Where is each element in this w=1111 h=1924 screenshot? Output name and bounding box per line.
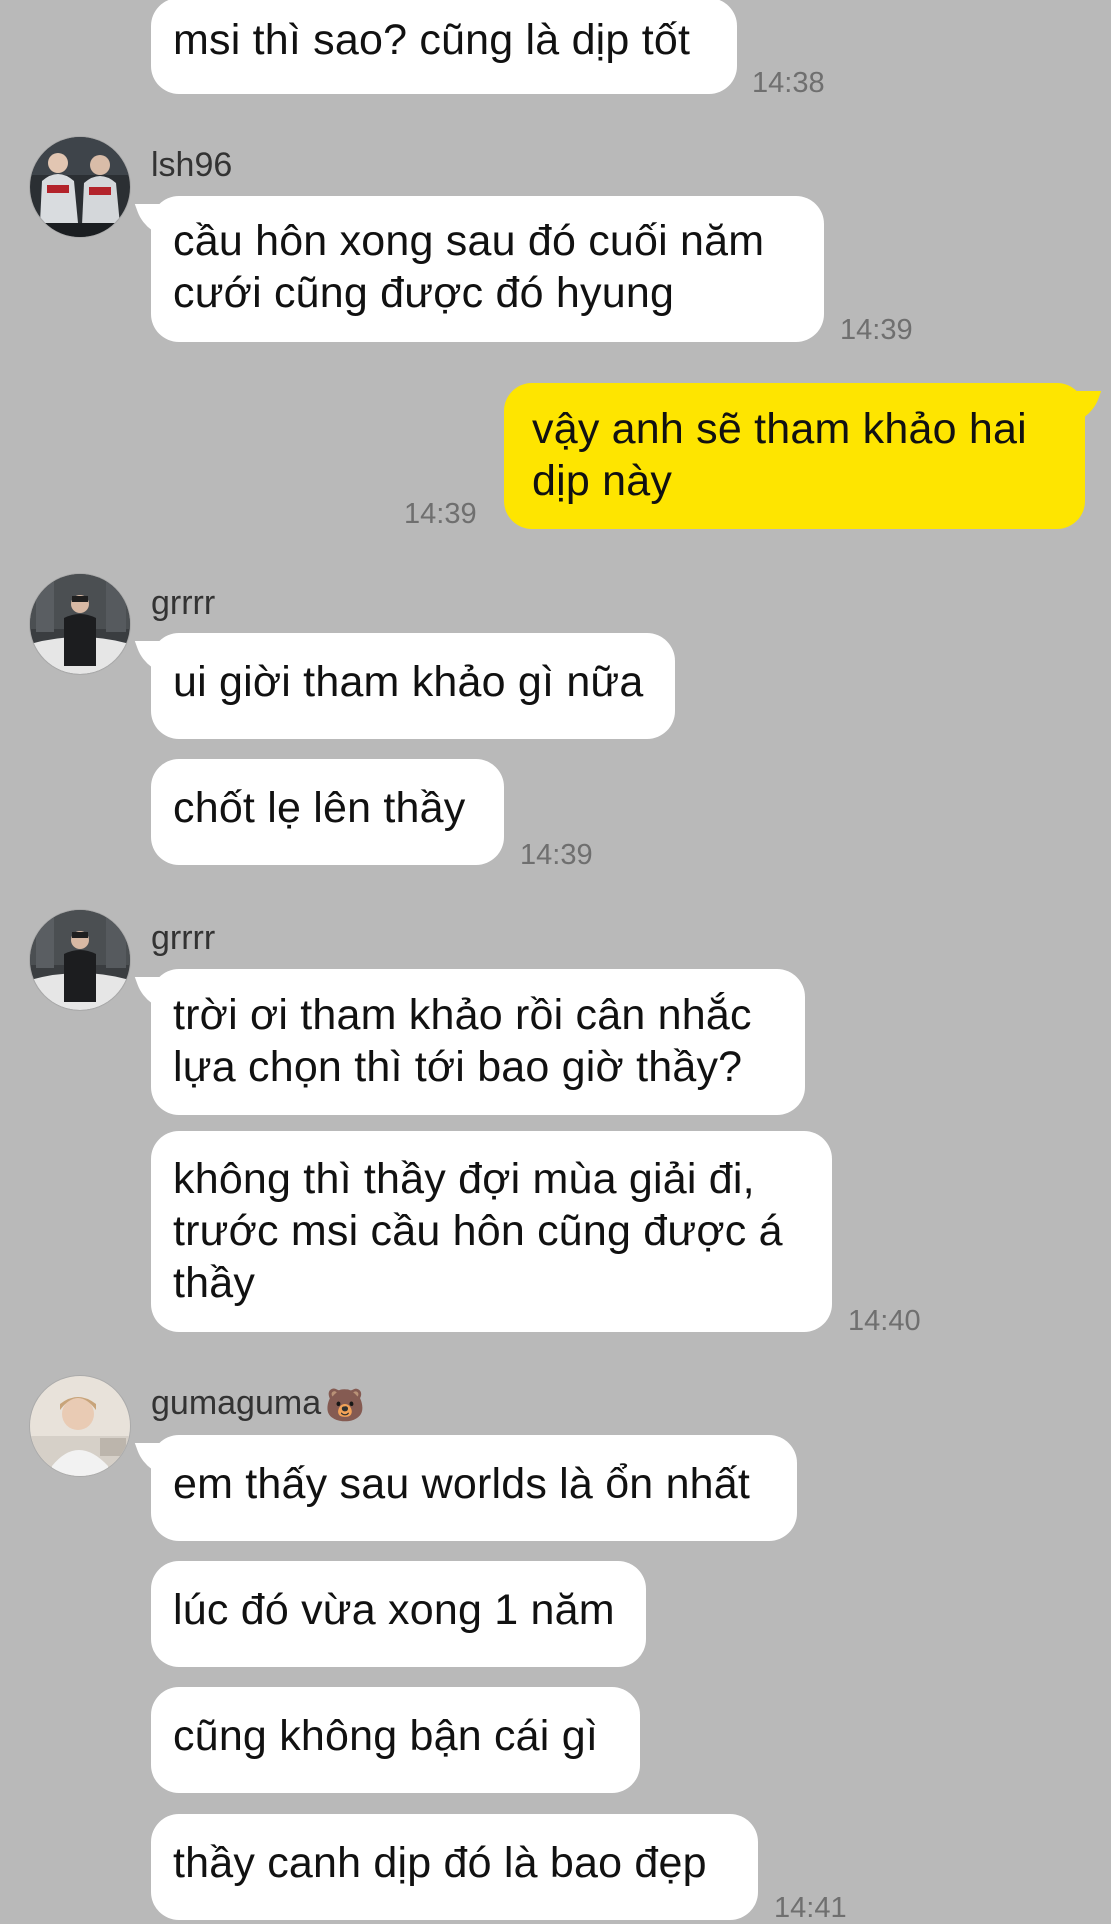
sender-name: grrrr — [151, 919, 216, 957]
message-text: msi thì sao? cũng là dịp tốt — [173, 16, 691, 64]
message-timestamp: 14:38 — [752, 67, 825, 99]
message-line: thầy — [173, 1259, 256, 1307]
message-bubble[interactable]: trời ơi tham khảo rồi cân nhắc lựa chọn … — [151, 969, 805, 1115]
message-line: không thì thầy đợi mùa giải đi, — [173, 1155, 755, 1203]
avatar-image — [30, 1376, 130, 1476]
sender-name: lsh96 — [151, 146, 233, 184]
message-bubble[interactable]: msi thì sao? cũng là dịp tốt — [151, 0, 737, 94]
message-bubble[interactable]: em thấy sau worlds là ổn nhất — [151, 1435, 797, 1541]
message-text: chốt lẹ lên thầy — [173, 784, 466, 832]
sender-avatar[interactable] — [30, 1376, 130, 1476]
sender-avatar[interactable] — [30, 137, 130, 237]
message-bubble[interactable]: chốt lẹ lên thầy — [151, 759, 504, 865]
message-text: ui giời tham khảo gì nữa — [173, 658, 644, 706]
message-line: trước msi cầu hôn cũng được á — [173, 1207, 783, 1255]
message-line: dịp này — [532, 457, 673, 505]
message-bubble-outgoing[interactable]: vậy anh sẽ tham khảo hai dịp này — [504, 383, 1085, 529]
sender-name-text: gumaguma — [151, 1384, 322, 1422]
message-timestamp: 14:40 — [848, 1305, 921, 1337]
message-bubble[interactable]: cầu hôn xong sau đó cuối năm cưới cũng đ… — [151, 196, 824, 342]
bear-icon: 🐻 — [325, 1387, 365, 1424]
sender-avatar[interactable] — [30, 910, 130, 1010]
message-line: vậy anh sẽ tham khảo hai — [532, 405, 1027, 453]
message-bubble[interactable]: không thì thầy đợi mùa giải đi, trước ms… — [151, 1131, 832, 1332]
sender-name: grrrr — [151, 584, 216, 622]
message-timestamp: 14:41 — [774, 1892, 847, 1924]
message-bubble[interactable]: cũng không bận cái gì — [151, 1687, 640, 1793]
message-bubble[interactable]: lúc đó vừa xong 1 năm — [151, 1561, 646, 1667]
message-timestamp: 14:39 — [520, 839, 593, 871]
message-line: trời ơi tham khảo rồi cân nhắc — [173, 991, 752, 1039]
sender-avatar[interactable] — [30, 574, 130, 674]
avatar-image — [30, 574, 130, 674]
avatar-image — [30, 910, 130, 1010]
message-text: cũng không bận cái gì — [173, 1712, 598, 1760]
message-timestamp: 14:39 — [840, 314, 913, 346]
avatar-image — [30, 137, 130, 237]
message-text: thầy canh dịp đó là bao đẹp — [173, 1839, 707, 1887]
message-line: cầu hôn xong sau đó cuối năm — [173, 217, 765, 265]
message-line: cưới cũng được đó hyung — [173, 269, 675, 317]
message-timestamp: 14:39 — [404, 498, 477, 530]
message-text: lúc đó vừa xong 1 năm — [173, 1586, 615, 1634]
message-bubble[interactable]: thầy canh dịp đó là bao đẹp — [151, 1814, 758, 1920]
message-line: lựa chọn thì tới bao giờ thầy? — [173, 1043, 743, 1091]
message-bubble[interactable]: ui giời tham khảo gì nữa — [151, 633, 675, 739]
chat-thread[interactable]: msi thì sao? cũng là dịp tốt 14:38 lsh96… — [0, 0, 1111, 1924]
sender-name: gumaguma 🐻 — [151, 1383, 365, 1425]
message-text: em thấy sau worlds là ổn nhất — [173, 1460, 751, 1508]
